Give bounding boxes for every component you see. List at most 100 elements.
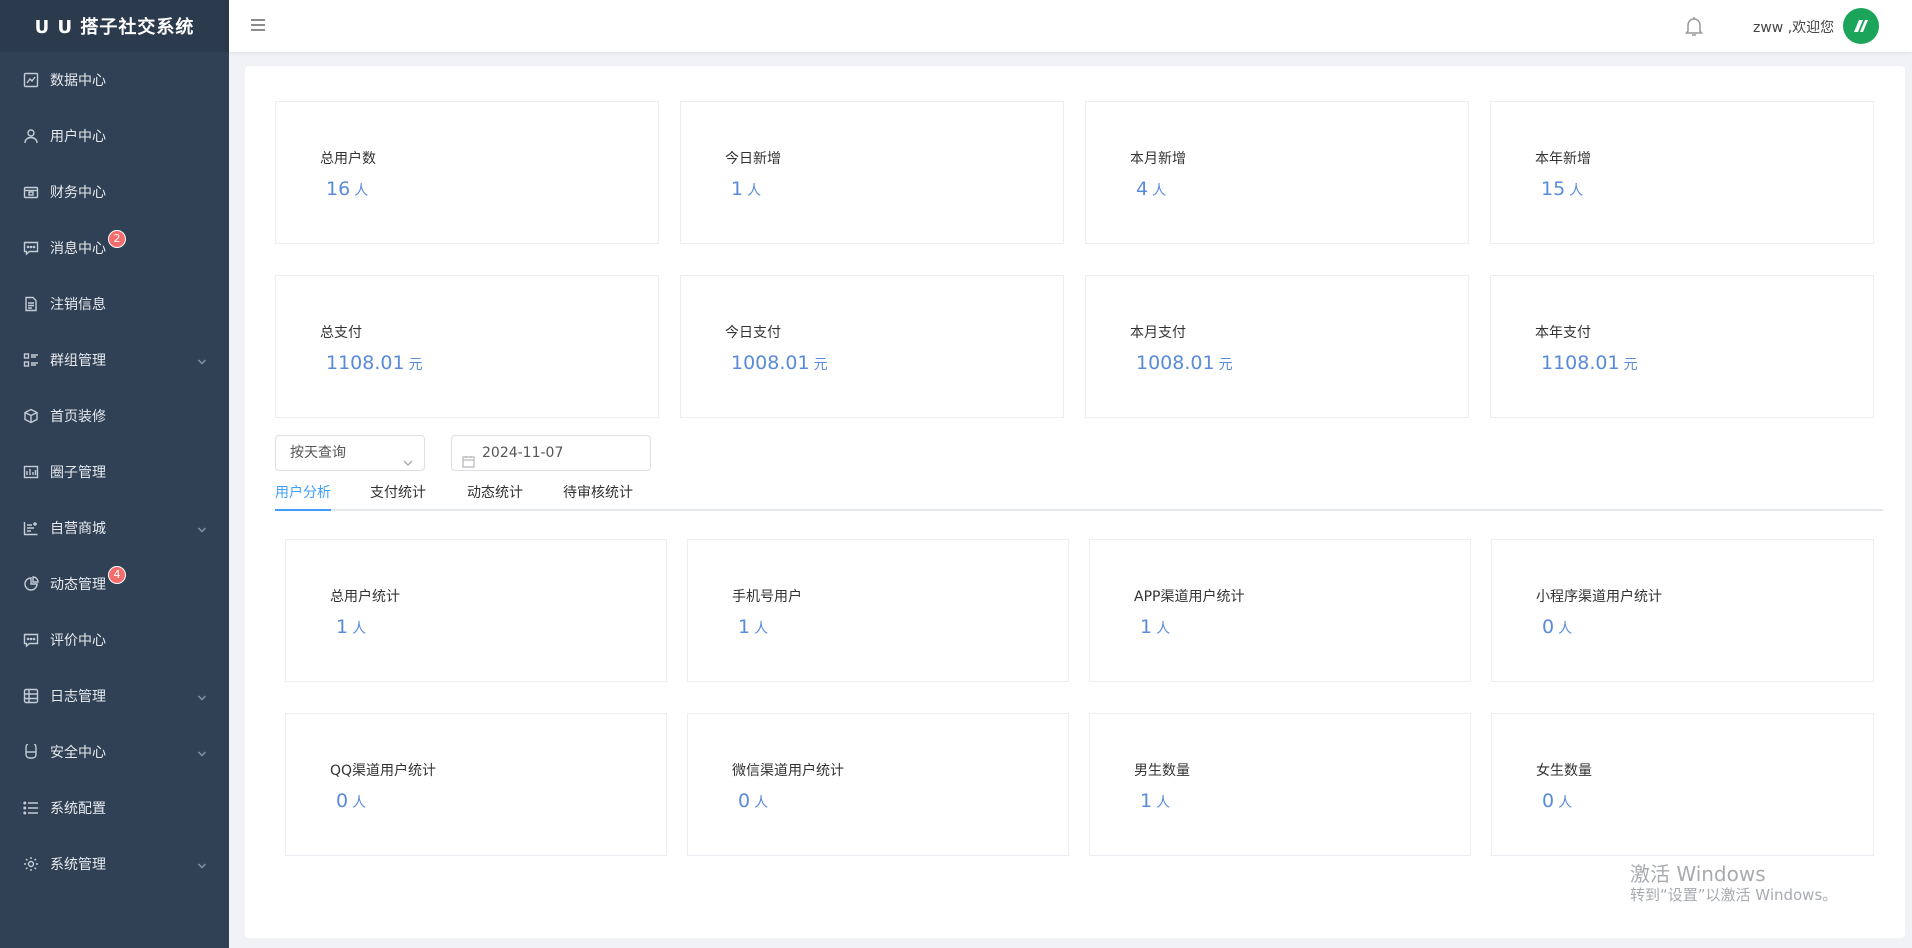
stat-unit: 人 <box>1156 795 1171 811</box>
bell-icon[interactable] <box>1682 14 1706 38</box>
sidebar-item-home-decoration[interactable]: 首页装修 <box>0 388 229 444</box>
stat-card-year-new: 本年新增 15 人 <box>1490 101 1874 244</box>
analysis-card-qq-users: QQ渠道用户统计 0人 <box>285 713 667 856</box>
stat-unit: 人 <box>754 795 769 811</box>
stat-value: 1人 <box>1140 616 1170 638</box>
stat-unit: 人 <box>352 621 367 637</box>
unread-badge: 4 <box>108 566 126 584</box>
sidebar-item-self-operated-mall[interactable]: 自营商城 <box>0 500 229 556</box>
sidebar-item-dynamic-management[interactable]: 动态管理 4 <box>0 556 229 612</box>
sidebar-item-label: 数据中心 <box>50 73 106 89</box>
stat-label: 本年新增 <box>1535 151 1591 167</box>
sidebar-item-security-center[interactable]: 安全中心 <box>0 724 229 780</box>
stat-card-year-payment: 本年支付 1108.01 元 <box>1490 275 1874 418</box>
list-icon <box>22 351 40 369</box>
stat-value: 1人 <box>738 616 768 638</box>
avatar[interactable] <box>1843 8 1879 44</box>
tab-pending-review-stats[interactable]: 待审核统计 <box>563 481 633 511</box>
chevron-down-icon <box>197 747 207 757</box>
sidebar-item-circle-management[interactable]: 圈子管理 <box>0 444 229 500</box>
stat-label: 本月支付 <box>1130 325 1186 341</box>
stat-number: 0 <box>1542 790 1555 812</box>
stat-number: 1 <box>738 616 751 638</box>
stat-number: 15 <box>1541 178 1566 200</box>
sidebar-item-label: 财务中心 <box>50 185 106 201</box>
stat-number: 0 <box>738 790 751 812</box>
sidebar-item-cancellation-info[interactable]: 注销信息 <box>0 276 229 332</box>
analysis-card-female-count: 女生数量 0人 <box>1491 713 1874 856</box>
sidebar-item-system-config[interactable]: 系统配置 <box>0 780 229 836</box>
stat-label: 小程序渠道用户统计 <box>1536 589 1662 605</box>
stat-label: 女生数量 <box>1536 763 1592 779</box>
stat-number: 0 <box>336 790 349 812</box>
stat-unit: 人 <box>352 795 367 811</box>
sidebar-item-label: 注销信息 <box>50 297 106 313</box>
stat-label: 本年支付 <box>1535 325 1591 341</box>
sidebar-item-label: 动态管理 <box>50 577 106 593</box>
stat-number: 0 <box>1542 616 1555 638</box>
stat-unit: 元 <box>408 357 423 373</box>
analysis-card-miniprogram-users: 小程序渠道用户统计 0人 <box>1491 539 1874 682</box>
tab-payment-stats[interactable]: 支付统计 <box>370 481 426 511</box>
stat-value: 1008.01 元 <box>731 352 828 374</box>
lock-icon <box>22 743 40 761</box>
analysis-card-wechat-users: 微信渠道用户统计 0人 <box>687 713 1069 856</box>
sidebar-item-label: 安全中心 <box>50 745 106 761</box>
sidebar-menu: 数据中心 用户中心 财务中心 消息中心 2 注销信息 群组管理 首页装修 圈子管… <box>0 52 229 892</box>
stat-unit: 人 <box>354 183 369 199</box>
sidebar-item-review-center[interactable]: 评价中心 <box>0 612 229 668</box>
sidebar-item-label: 自营商城 <box>50 521 106 537</box>
chevron-down-icon <box>402 448 414 466</box>
tab-user-analysis[interactable]: 用户分析 <box>275 481 331 511</box>
stat-unit: 人 <box>1558 621 1573 637</box>
stat-unit: 人 <box>747 183 762 199</box>
stat-number: 1008.01 <box>1136 352 1215 374</box>
stat-number: 1008.01 <box>731 352 810 374</box>
chevron-down-icon <box>197 523 207 533</box>
grid-icon <box>22 687 40 705</box>
sidebar: U U 搭子社交系统 数据中心 用户中心 财务中心 消息中心 2 注销信息 群组… <box>0 0 229 948</box>
date-picker[interactable]: 2024-11-07 <box>451 435 651 471</box>
stat-number: 1108.01 <box>326 352 405 374</box>
stat-card-today-payment: 今日支付 1008.01 元 <box>680 275 1064 418</box>
wallet-icon <box>22 183 40 201</box>
stat-label: 本月新增 <box>1130 151 1186 167</box>
avatar-logo <box>1854 20 1868 32</box>
sidebar-item-message-center[interactable]: 消息中心 2 <box>0 220 229 276</box>
sidebar-item-system-management[interactable]: 系统管理 <box>0 836 229 892</box>
chevron-down-icon <box>197 691 207 701</box>
image-icon <box>22 463 40 481</box>
sidebar-item-data-center[interactable]: 数据中心 <box>0 52 229 108</box>
stat-label: 总用户统计 <box>330 589 400 605</box>
sidebar-item-label: 系统管理 <box>50 857 106 873</box>
stat-value: 1人 <box>336 616 366 638</box>
stat-card-month-new: 本月新增 4人 <box>1085 101 1469 244</box>
user-icon <box>22 127 40 145</box>
activation-watermark-title: 激活 Windows <box>1630 862 1766 886</box>
tab-dynamic-stats[interactable]: 动态统计 <box>467 481 523 511</box>
sidebar-item-group-management[interactable]: 群组管理 <box>0 332 229 388</box>
top-header: zww ,欢迎您 <box>229 0 1912 52</box>
hamburger-icon[interactable] <box>249 16 267 34</box>
sidebar-item-user-center[interactable]: 用户中心 <box>0 108 229 164</box>
sidebar-item-log-management[interactable]: 日志管理 <box>0 668 229 724</box>
sidebar-item-finance-center[interactable]: 财务中心 <box>0 164 229 220</box>
shop-icon <box>22 519 40 537</box>
stat-value: 1人 <box>731 178 761 200</box>
stat-value: 4人 <box>1136 178 1166 200</box>
stat-number: 1 <box>1140 616 1153 638</box>
stat-label: 男生数量 <box>1134 763 1190 779</box>
stat-number: 1 <box>1140 790 1153 812</box>
stat-unit: 元 <box>1218 357 1233 373</box>
stat-number: 16 <box>326 178 351 200</box>
stat-value: 1人 <box>1140 790 1170 812</box>
query-mode-value: 按天查询 <box>290 445 346 461</box>
sidebar-item-label: 系统配置 <box>50 801 106 817</box>
chart-icon <box>22 71 40 89</box>
stat-value: 15 人 <box>1541 178 1583 200</box>
stat-value: 16 人 <box>326 178 368 200</box>
stat-number: 1 <box>731 178 744 200</box>
stat-card-today-new: 今日新增 1人 <box>680 101 1064 244</box>
query-mode-select[interactable]: 按天查询 <box>275 435 425 471</box>
message-icon <box>22 239 40 257</box>
